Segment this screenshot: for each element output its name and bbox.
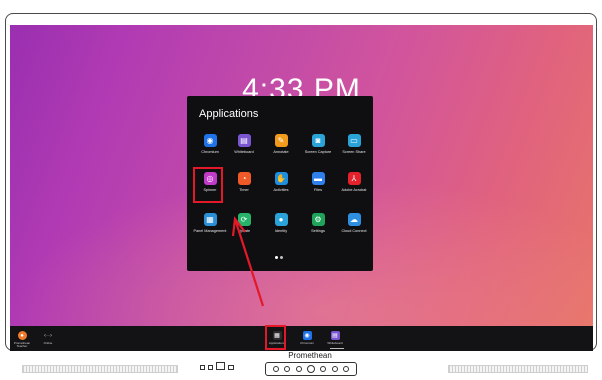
device-frame: 4:33 PM TUE MARCH 01 Applications ◉Chrom… [0, 0, 602, 380]
pointer-arrow [231, 216, 265, 307]
